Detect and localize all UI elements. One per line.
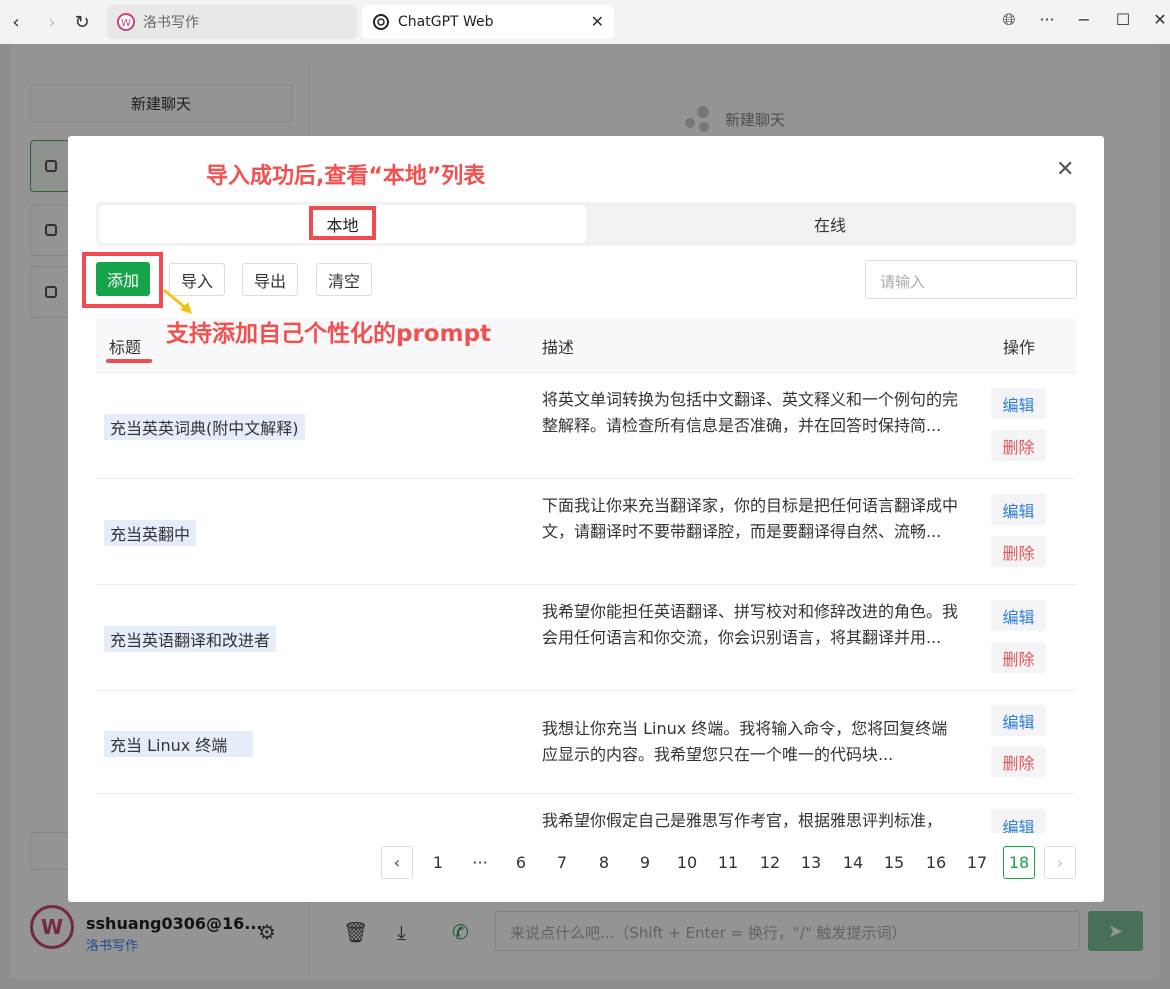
edit-button[interactable]: 编辑 (991, 388, 1046, 419)
row-desc: 下面我让你来充当翻译家，你的目标是把任何语言翻译成中文，请翻译时不要带翻译腔，而… (542, 496, 959, 541)
next-page-button[interactable]: › (1044, 846, 1076, 879)
luoshu-logo-icon: W (117, 13, 135, 31)
column-title: 标题 (109, 338, 142, 357)
tab-label: 洛书写作 (143, 15, 199, 31)
edit-button[interactable]: 编辑 (991, 705, 1046, 736)
row-title: 充当 Linux 终端 (104, 731, 254, 757)
row-divider (96, 690, 1076, 691)
tab-luoshu[interactable]: W 洛书写作 (107, 5, 357, 39)
more-icon[interactable]: ··· (1035, 10, 1059, 29)
page-button-current[interactable]: 18 (1003, 846, 1035, 879)
edit-button[interactable]: 编辑 (991, 494, 1046, 525)
export-button[interactable]: 导出 (242, 263, 298, 296)
row-desc: 我希望你假定自己是雅思写作考官，根据雅思评判标准， (542, 811, 943, 830)
delete-button[interactable]: 删除 (991, 746, 1046, 777)
page-button[interactable]: 9 (636, 846, 654, 879)
annotation-box (309, 206, 376, 240)
annotation-box (82, 252, 163, 308)
row-divider (96, 372, 1076, 373)
edit-button[interactable]: 编辑 (991, 600, 1046, 631)
prev-page-button[interactable]: ‹ (381, 846, 413, 879)
browser-chrome: ‹ › ↻ W 洛书写作 ChatGPT Web ✕ 🌐︎ ··· − ☐ ✕ (0, 0, 1170, 44)
maximize-icon[interactable]: ☐ (1111, 10, 1135, 29)
column-ops: 操作 (1003, 338, 1036, 357)
close-tab-icon[interactable]: ✕ (591, 12, 604, 31)
tab-online-label: 在线 (813, 216, 846, 235)
row-title: 充当英翻中 (104, 520, 197, 546)
row-divider (96, 478, 1076, 479)
search-input[interactable]: 请输入 (865, 260, 1077, 299)
forward-icon[interactable]: › (38, 8, 66, 36)
page-button[interactable]: 10 (675, 846, 699, 879)
back-icon[interactable]: ‹ (2, 8, 30, 36)
edit-button[interactable]: 编辑 (991, 809, 1046, 833)
minimize-icon[interactable]: − (1072, 10, 1096, 29)
page-button[interactable]: 15 (882, 846, 906, 879)
annotation-underline (106, 359, 152, 363)
globe-icon[interactable]: 🌐︎ (997, 10, 1021, 30)
delete-button[interactable]: 删除 (991, 536, 1046, 567)
column-desc: 描述 (542, 338, 575, 357)
page-button[interactable]: 8 (595, 846, 613, 879)
page-button[interactable]: 12 (758, 846, 782, 879)
row-title: 充当英英词典(附中文解释) (104, 414, 305, 440)
page-ellipsis[interactable]: ··· (470, 846, 490, 879)
page-button[interactable]: 7 (553, 846, 571, 879)
close-window-icon[interactable]: ✕ (1148, 10, 1170, 29)
row-desc: 我希望你能担任英语翻译、拼写校对和修辞改进的角色。我会用任何语言和你交流，你会识… (542, 602, 959, 647)
tab-online[interactable]: 在线 (586, 205, 1074, 243)
reload-icon[interactable]: ↻ (68, 8, 96, 36)
annotation-subtitle: 支持添加自己个性化的prompt (166, 321, 492, 347)
page-button[interactable]: 13 (799, 846, 823, 879)
close-icon[interactable]: ✕ (1056, 157, 1074, 182)
tab-chatgpt-web[interactable]: ChatGPT Web ✕ (362, 5, 614, 39)
row-desc: 将英文单词转换为包括中文翻译、英文释义和一个例句的完整解释。请检查所有信息是否准… (542, 390, 959, 435)
row-title: 充当英语翻译和改进者 (104, 626, 277, 652)
page-button[interactable]: 1 (429, 846, 447, 879)
page-button[interactable]: 11 (716, 846, 740, 879)
row-divider (96, 793, 1076, 794)
page-button[interactable]: 6 (512, 846, 530, 879)
clear-button[interactable]: 清空 (316, 263, 372, 296)
page-button[interactable]: 16 (924, 846, 948, 879)
row-desc: 我想让你充当 Linux 终端。我将输入命令，您将回复终端应显示的内容。我希望您… (542, 719, 948, 764)
delete-button[interactable]: 删除 (991, 642, 1046, 673)
row-divider (96, 584, 1076, 585)
page-button[interactable]: 17 (965, 846, 989, 879)
page-button[interactable]: 14 (841, 846, 865, 879)
svg-text:W: W (121, 18, 131, 29)
delete-button[interactable]: 删除 (991, 430, 1046, 461)
tab-label: ChatGPT Web (398, 14, 494, 30)
annotation-title: 导入成功后,查看“本地”列表 (206, 164, 486, 189)
openai-logo-icon (372, 13, 390, 31)
